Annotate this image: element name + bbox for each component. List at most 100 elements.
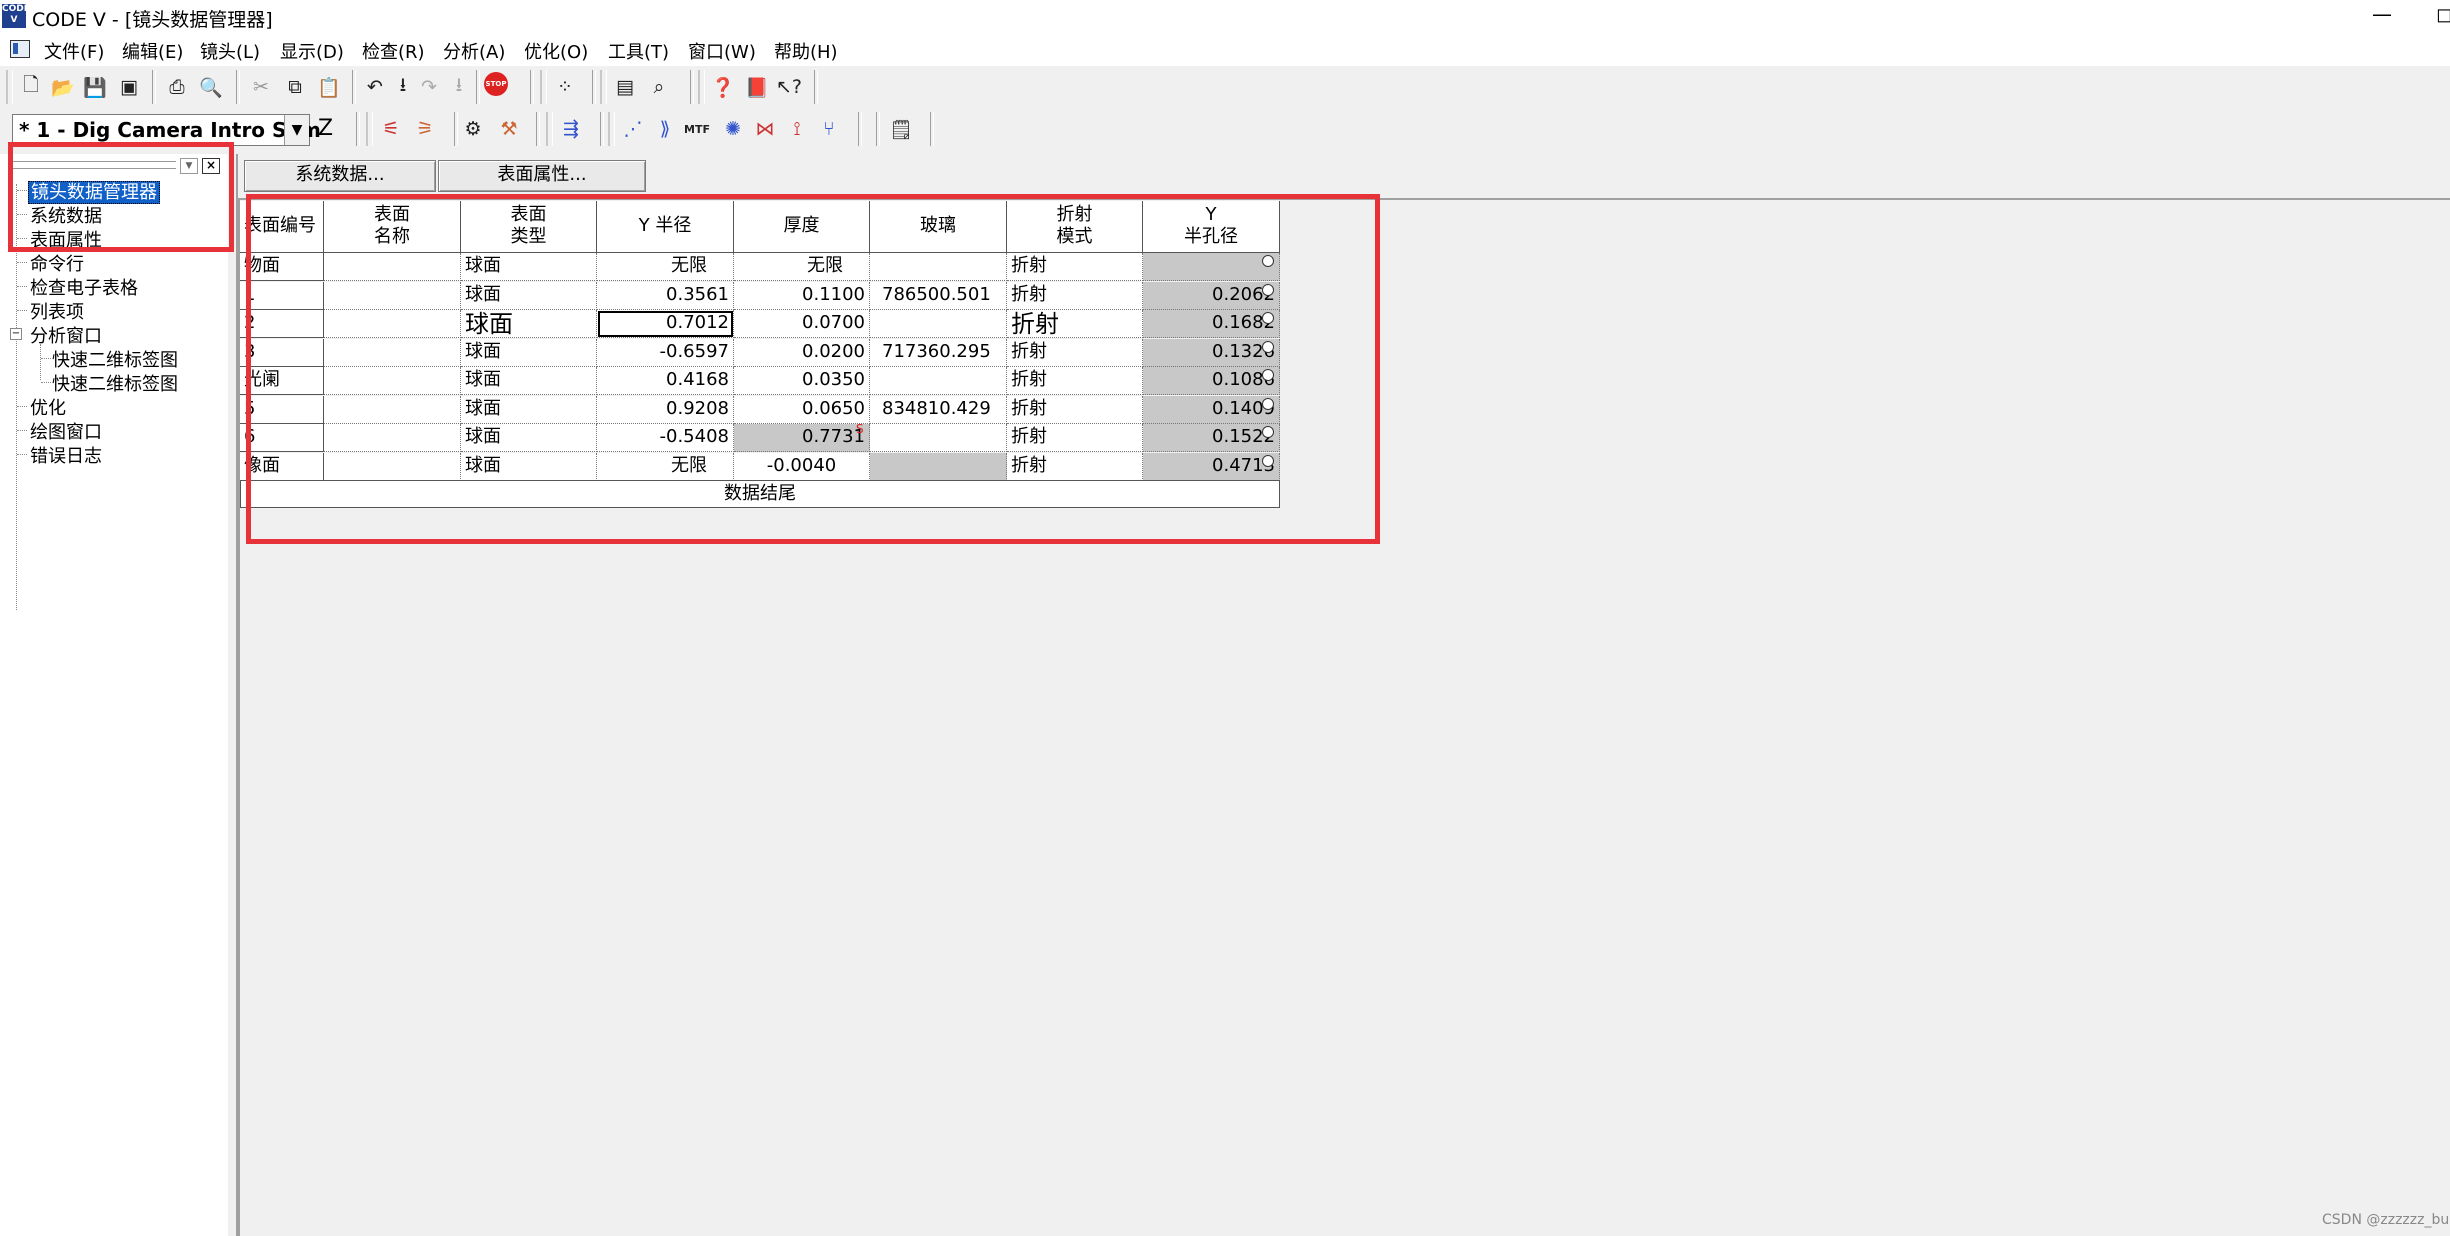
menu-tools[interactable]: 工具(T): [608, 38, 669, 64]
y-radius-cell[interactable]: 0.4168: [597, 367, 734, 395]
toolbar-grip[interactable]: [366, 112, 373, 146]
y-radius-cell[interactable]: 0.7012: [597, 310, 734, 338]
cut-icon[interactable]: ✂: [246, 72, 276, 102]
surface-type-cell[interactable]: 球面: [461, 367, 597, 395]
maximize-button[interactable]: ◻: [2436, 2, 2450, 26]
scatter-plot-icon[interactable]: ⁘: [550, 72, 580, 102]
document-menu-icon[interactable]: [10, 40, 30, 58]
surface-name-cell[interactable]: [324, 310, 461, 338]
pane-splitter[interactable]: [228, 154, 238, 1236]
output-window-icon[interactable]: 🗒: [886, 114, 916, 144]
thickness-cell[interactable]: 0.1100: [734, 282, 870, 310]
refract-mode-cell[interactable]: 折射: [1007, 453, 1143, 481]
minimize-button[interactable]: —: [2372, 2, 2392, 26]
ray-fan-icon[interactable]: ⟫: [650, 114, 680, 144]
redo-down-icon[interactable]: ⭳: [444, 72, 474, 102]
thickness-cell[interactable]: 无限: [734, 253, 870, 281]
encircled-energy-icon[interactable]: ⑂: [814, 114, 844, 144]
surface-name-cell[interactable]: [324, 396, 461, 424]
tool-wrench-icon[interactable]: ⚒: [494, 114, 524, 144]
tree-item-error-log[interactable]: 错误日志: [30, 442, 102, 468]
menu-help[interactable]: 帮助(H): [774, 38, 838, 64]
tree-item-system-data[interactable]: 系统数据: [30, 202, 102, 228]
stop-icon[interactable]: STOP: [484, 72, 508, 96]
refract-mode-cell[interactable]: 折射: [1007, 310, 1143, 338]
surface-number-cell[interactable]: 2: [240, 310, 324, 338]
pane-drag-bar[interactable]: [10, 161, 176, 169]
thickness-cell[interactable]: -0.0040: [734, 453, 870, 481]
chevron-down-icon[interactable]: ▼: [284, 115, 309, 145]
column-header-y-radius[interactable]: Y 半径: [597, 201, 734, 253]
menu-window[interactable]: 窗口(W): [688, 38, 756, 64]
image-icon[interactable]: ▣: [114, 72, 144, 102]
surface-type-cell[interactable]: 球面: [461, 253, 597, 281]
thickness-cell[interactable]: 0.0200: [734, 339, 870, 367]
codev-app-icon[interactable]: CODE V: [2, 4, 30, 28]
save-icon[interactable]: 💾: [80, 72, 110, 102]
thickness-cell[interactable]: 0.0700: [734, 310, 870, 338]
new-file-icon[interactable]: 🗋: [16, 72, 46, 102]
psf-icon[interactable]: ✺: [718, 114, 748, 144]
surface-name-cell[interactable]: [324, 253, 461, 281]
surface-type-cell[interactable]: 球面: [461, 424, 597, 452]
y-radius-cell[interactable]: 无限: [597, 253, 734, 281]
search-check-icon[interactable]: ⌕: [644, 72, 674, 102]
aperture-status-circle-icon[interactable]: [1262, 284, 1274, 296]
aperture-status-circle-icon[interactable]: [1262, 341, 1274, 353]
menu-file[interactable]: 文件(F): [44, 38, 104, 64]
surface-number-cell[interactable]: 5: [240, 396, 324, 424]
surface-name-cell[interactable]: [324, 339, 461, 367]
column-header-y-semi-aperture[interactable]: Y 半孔径: [1143, 201, 1280, 253]
glass-cell[interactable]: [870, 453, 1007, 481]
toolbar-grip[interactable]: [546, 112, 553, 146]
mtf-icon[interactable]: MTF: [682, 114, 712, 144]
toolbar-grip[interactable]: [698, 70, 705, 104]
y-semi-aperture-cell[interactable]: 0.1522: [1143, 424, 1280, 452]
y-semi-aperture-cell[interactable]: 0.1409: [1143, 396, 1280, 424]
column-header-surface-type[interactable]: 表面 类型: [461, 201, 597, 253]
ray-trace-icon[interactable]: ⇶: [556, 114, 586, 144]
toolbar-grip[interactable]: [608, 112, 615, 146]
thickness-cell[interactable]: 0.0650: [734, 396, 870, 424]
menu-lens[interactable]: 镜头(L): [200, 38, 260, 64]
refract-mode-cell[interactable]: 折射: [1007, 396, 1143, 424]
y-radius-cell[interactable]: 0.3561: [597, 282, 734, 310]
tree-item-quick-2d-label-plot[interactable]: 快速二维标签图: [52, 370, 178, 396]
undo-icon[interactable]: ↶: [360, 72, 390, 102]
redo-icon[interactable]: ↷: [414, 72, 444, 102]
surface-number-cell[interactable]: 光阑: [240, 367, 324, 395]
tree-item-list-items[interactable]: 列表项: [30, 298, 84, 324]
tree-item-lens-data-manager[interactable]: 镜头数据管理器: [28, 178, 160, 204]
y-radius-cell[interactable]: -0.5408: [597, 424, 734, 452]
y-semi-aperture-cell[interactable]: 0.1326: [1143, 339, 1280, 367]
refract-mode-cell[interactable]: 折射: [1007, 424, 1143, 452]
aperture-status-circle-icon[interactable]: [1262, 426, 1274, 438]
glass-cell[interactable]: [870, 424, 1007, 452]
surface-type-cell[interactable]: 球面: [461, 396, 597, 424]
pane-dropdown-icon[interactable]: ▼: [180, 158, 198, 174]
y-radius-cell[interactable]: 无限: [597, 453, 734, 481]
y-semi-aperture-cell[interactable]: 0.1682: [1143, 310, 1280, 338]
distortion-icon[interactable]: ⟟: [782, 114, 812, 144]
column-header-glass[interactable]: 玻璃: [870, 201, 1007, 253]
help-book-icon[interactable]: ❓: [708, 72, 738, 102]
surface-number-cell[interactable]: 3: [240, 339, 324, 367]
surface-properties-button[interactable]: 表面属性...: [438, 160, 646, 192]
tree-item-surface-properties[interactable]: 表面属性: [30, 226, 102, 252]
glass-cell[interactable]: [870, 310, 1007, 338]
aperture-status-circle-icon[interactable]: [1262, 312, 1274, 324]
tree-item-review-spreadsheet[interactable]: 检查电子表格: [30, 274, 138, 300]
y-semi-aperture-cell[interactable]: [1143, 253, 1280, 281]
y-semi-aperture-cell[interactable]: 0.1086: [1143, 367, 1280, 395]
auto-focus-icon[interactable]: ⚞: [410, 114, 440, 144]
solve-flag-indicator[interactable]: S: [856, 422, 864, 436]
glass-cell[interactable]: [870, 253, 1007, 281]
open-folder-icon[interactable]: 📂: [48, 72, 78, 102]
surface-type-cell[interactable]: 球面: [461, 339, 597, 367]
lens-gear-icon[interactable]: ⚙: [458, 114, 488, 144]
column-header-refract-mode[interactable]: 折射 模式: [1007, 201, 1143, 253]
context-help-icon[interactable]: ↖?: [774, 72, 804, 102]
refract-mode-cell[interactable]: 折射: [1007, 339, 1143, 367]
menu-analysis[interactable]: 分析(A): [443, 38, 505, 64]
spreadsheet-icon[interactable]: ▤: [610, 72, 640, 102]
